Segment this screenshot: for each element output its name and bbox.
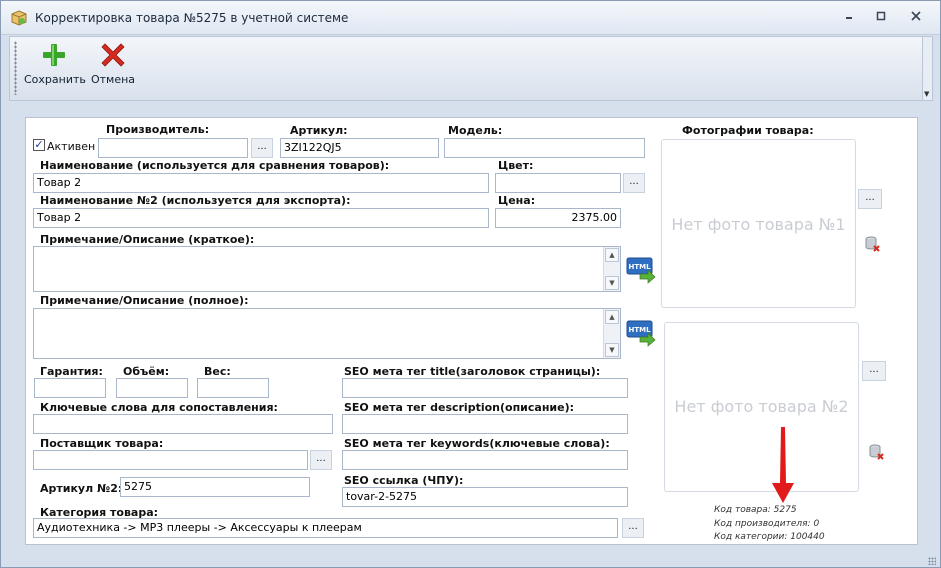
html-editor-icon[interactable]: HTML — [626, 319, 656, 347]
scroll-down-icon[interactable]: ▼ — [605, 343, 619, 357]
color-label: Цвет: — [498, 159, 534, 172]
volume-label: Объём: — [123, 365, 170, 378]
seo-title-label: SEO мета тег title(заголовок страницы): — [344, 365, 601, 378]
cancel-button[interactable]: Отмена — [88, 39, 138, 86]
dialog-window: Корректировка товара №5275 в учетной сис… — [0, 0, 941, 568]
supplier-label: Поставщик товара: — [40, 437, 164, 450]
seo-keywords-label: SEO мета тег keywords(ключевые слова): — [344, 437, 610, 450]
scroll-down-icon[interactable]: ▼ — [605, 276, 619, 290]
manufacturer-select-button[interactable]: ... — [251, 138, 273, 158]
category-code-text: Код категории: 100440 — [714, 532, 825, 542]
full-desc-textarea[interactable]: ▲ ▼ — [33, 308, 621, 359]
price-label: Цена: — [498, 194, 536, 207]
cancel-label: Отмена — [90, 73, 136, 86]
delete-photo-icon[interactable] — [867, 443, 885, 461]
manufacturer-label: Производитель: — [106, 123, 210, 136]
close-icon[interactable] — [906, 10, 926, 26]
title-bar: Корректировка товара №5275 в учетной сис… — [1, 1, 940, 35]
scroll-up-icon[interactable]: ▲ — [605, 310, 619, 324]
weight-input[interactable] — [197, 378, 269, 398]
full-desc-scrollbar[interactable]: ▲ ▼ — [603, 309, 620, 358]
color-select-button[interactable]: ... — [623, 173, 645, 193]
toolbar: Сохранить Отмена ▼ — [9, 36, 933, 101]
supplier-input[interactable] — [33, 450, 308, 470]
model-label: Модель: — [448, 124, 503, 137]
html-editor-icon[interactable]: HTML — [626, 256, 656, 284]
name2-input[interactable]: Товар 2 — [33, 208, 489, 228]
seo-desc-input[interactable] — [342, 414, 628, 434]
photo-1-placeholder: Нет фото товара №1 — [671, 215, 846, 234]
photo-1-browse-button[interactable]: ... — [858, 189, 882, 209]
supplier-select-button[interactable]: ... — [310, 450, 332, 470]
category-select-button[interactable]: ... — [622, 518, 644, 538]
price-input[interactable]: 2375.00 — [495, 208, 621, 228]
active-label: Активен — [47, 140, 96, 153]
status-bar — [1, 551, 940, 567]
delete-photo-icon[interactable] — [863, 235, 881, 253]
resize-grip[interactable] — [928, 557, 936, 565]
name-input[interactable]: Товар 2 — [33, 173, 489, 193]
name-label: Наименование (используется для сравнения… — [40, 159, 390, 172]
photos-heading: Фотографии товара: — [682, 124, 814, 137]
model-input[interactable] — [444, 138, 645, 158]
scroll-up-icon[interactable]: ▲ — [605, 248, 619, 262]
manufacturer-code-text: Код производителя: 0 — [714, 519, 820, 529]
minimize-icon[interactable] — [839, 10, 859, 26]
toolbar-overflow[interactable]: ▼ — [922, 37, 932, 100]
seo-url-label: SEO ссылка (ЧПУ): — [344, 474, 464, 487]
green-plus-icon — [43, 44, 65, 66]
name2-label: Наименование №2 (используется для экспор… — [40, 194, 351, 207]
app-box-icon — [11, 10, 27, 26]
photo-2-placeholder: Нет фото товара №2 — [674, 397, 849, 416]
photo-slot-1[interactable]: Нет фото товара №1 — [661, 139, 856, 308]
manufacturer-input[interactable] — [98, 138, 248, 158]
article-input[interactable]: 3ZI122QJ5 — [280, 138, 439, 158]
volume-input[interactable] — [116, 378, 188, 398]
red-arrow-annotation — [772, 427, 794, 503]
photo-2-browse-button[interactable]: ... — [862, 361, 886, 381]
keywords-label: Ключевые слова для сопоставления: — [40, 401, 278, 414]
category-input[interactable]: Аудиотехника -> MP3 плееры -> Аксессуары… — [33, 518, 618, 538]
seo-title-input[interactable] — [342, 378, 628, 398]
seo-desc-label: SEO мета тег description(описание): — [344, 401, 575, 414]
seo-url-input[interactable]: tovar-2-5275 — [342, 487, 628, 507]
seo-keywords-input[interactable] — [342, 450, 628, 470]
article2-input[interactable]: 5275 — [120, 477, 310, 497]
photo-slot-2[interactable]: Нет фото товара №2 — [664, 322, 859, 492]
keywords-input[interactable] — [33, 414, 333, 434]
warranty-input[interactable] — [34, 378, 106, 398]
warranty-label: Гарантия: — [40, 365, 103, 378]
product-code-text: Код товара: 5275 — [714, 505, 797, 515]
article2-label: Артикул №2: — [40, 482, 123, 495]
short-desc-textarea[interactable]: ▲ ▼ — [33, 246, 621, 292]
window-title: Корректировка товара №5275 в учетной сис… — [35, 11, 349, 25]
active-checkbox[interactable]: ✓ — [33, 139, 45, 151]
short-desc-label: Примечание/Описание (краткое): — [40, 233, 255, 246]
save-label: Сохранить — [24, 73, 86, 86]
save-button[interactable]: Сохранить — [24, 39, 86, 86]
color-input[interactable] — [495, 173, 621, 193]
article-label: Артикул: — [290, 124, 348, 137]
toolbar-grip[interactable] — [14, 41, 17, 95]
maximize-icon[interactable] — [871, 10, 891, 26]
red-x-icon — [101, 43, 125, 67]
weight-label: Вес: — [204, 365, 231, 378]
full-desc-label: Примечание/Описание (полное): — [40, 294, 249, 307]
short-desc-scrollbar[interactable]: ▲ ▼ — [603, 247, 620, 291]
